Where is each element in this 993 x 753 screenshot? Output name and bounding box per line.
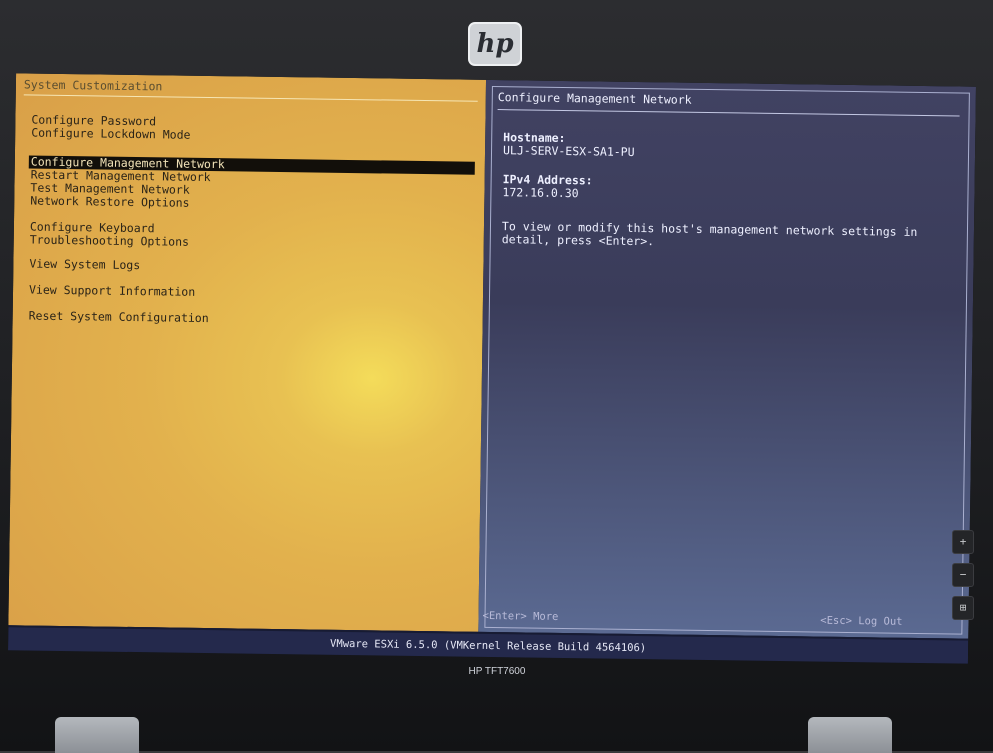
brightness-down-button[interactable]: − (952, 563, 974, 587)
hp-logo: hp (468, 22, 522, 66)
menu-button[interactable]: ⊞ (952, 596, 974, 620)
detail-panel: Configure Management Network Hostname: U… (478, 79, 976, 639)
system-customization-panel: System Customization Configure Password … (8, 73, 487, 632)
enter-more-hint[interactable]: <Enter> More (482, 610, 558, 623)
esc-log-out-hint[interactable]: <Esc> Log Out (820, 615, 902, 628)
monitor-model-label: HP TFT7600 (468, 666, 526, 677)
menu-item-network-restore-options[interactable]: Network Restore Options (30, 194, 189, 210)
esxi-dcui-screen: System Customization Configure Password … (8, 73, 976, 664)
menu-title: System Customization (23, 77, 478, 102)
right-hinge (808, 717, 892, 753)
menu-item-view-support-information[interactable]: View Support Information (29, 283, 195, 299)
ipv4-value: 172.16.0.30 (502, 185, 579, 201)
left-hinge (55, 717, 139, 753)
menu-item-troubleshooting-options[interactable]: Troubleshooting Options (30, 233, 189, 249)
menu-item-reset-system-configuration[interactable]: Reset System Configuration (29, 309, 209, 326)
menu-item-view-system-logs[interactable]: View System Logs (29, 257, 140, 273)
menu-item-configure-lockdown-mode[interactable]: Configure Lockdown Mode (31, 126, 190, 142)
hostname-value: ULJ-SERV-ESX-SA1-PU (502, 143, 635, 159)
brightness-up-button[interactable]: + (952, 530, 974, 554)
detail-border (484, 85, 970, 635)
